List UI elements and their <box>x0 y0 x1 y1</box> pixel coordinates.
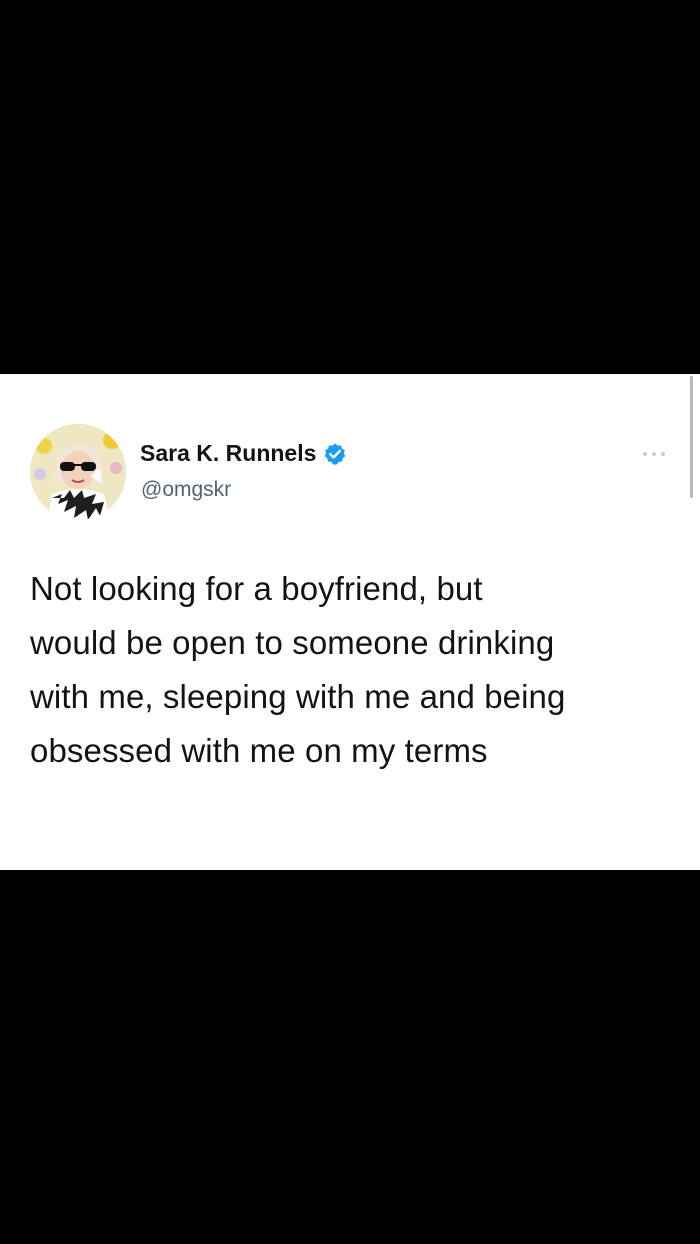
author-name-row[interactable]: Sara K. Runnels <box>140 440 347 467</box>
verified-badge-icon <box>323 442 347 466</box>
tweet-text: Not looking for a boyfriend, but would b… <box>30 562 670 778</box>
more-options-icon[interactable] <box>636 444 672 464</box>
tweet-text-line: obsessed with me on my terms <box>30 732 488 769</box>
tweet-text-line: would be open to someone drinking <box>30 624 555 661</box>
scrollbar[interactable] <box>690 376 693 498</box>
tweet-card[interactable]: Sara K. Runnels @omgskr Not looking for … <box>0 374 700 870</box>
tweet-text-line: with me, sleeping with me and being <box>30 678 566 715</box>
username-handle[interactable]: @omgskr <box>141 478 231 502</box>
tweet-text-line: Not looking for a boyfriend, but <box>30 570 483 607</box>
display-name[interactable]: Sara K. Runnels <box>140 440 316 467</box>
avatar[interactable] <box>30 424 126 520</box>
profile-avatar-icon <box>30 424 126 520</box>
